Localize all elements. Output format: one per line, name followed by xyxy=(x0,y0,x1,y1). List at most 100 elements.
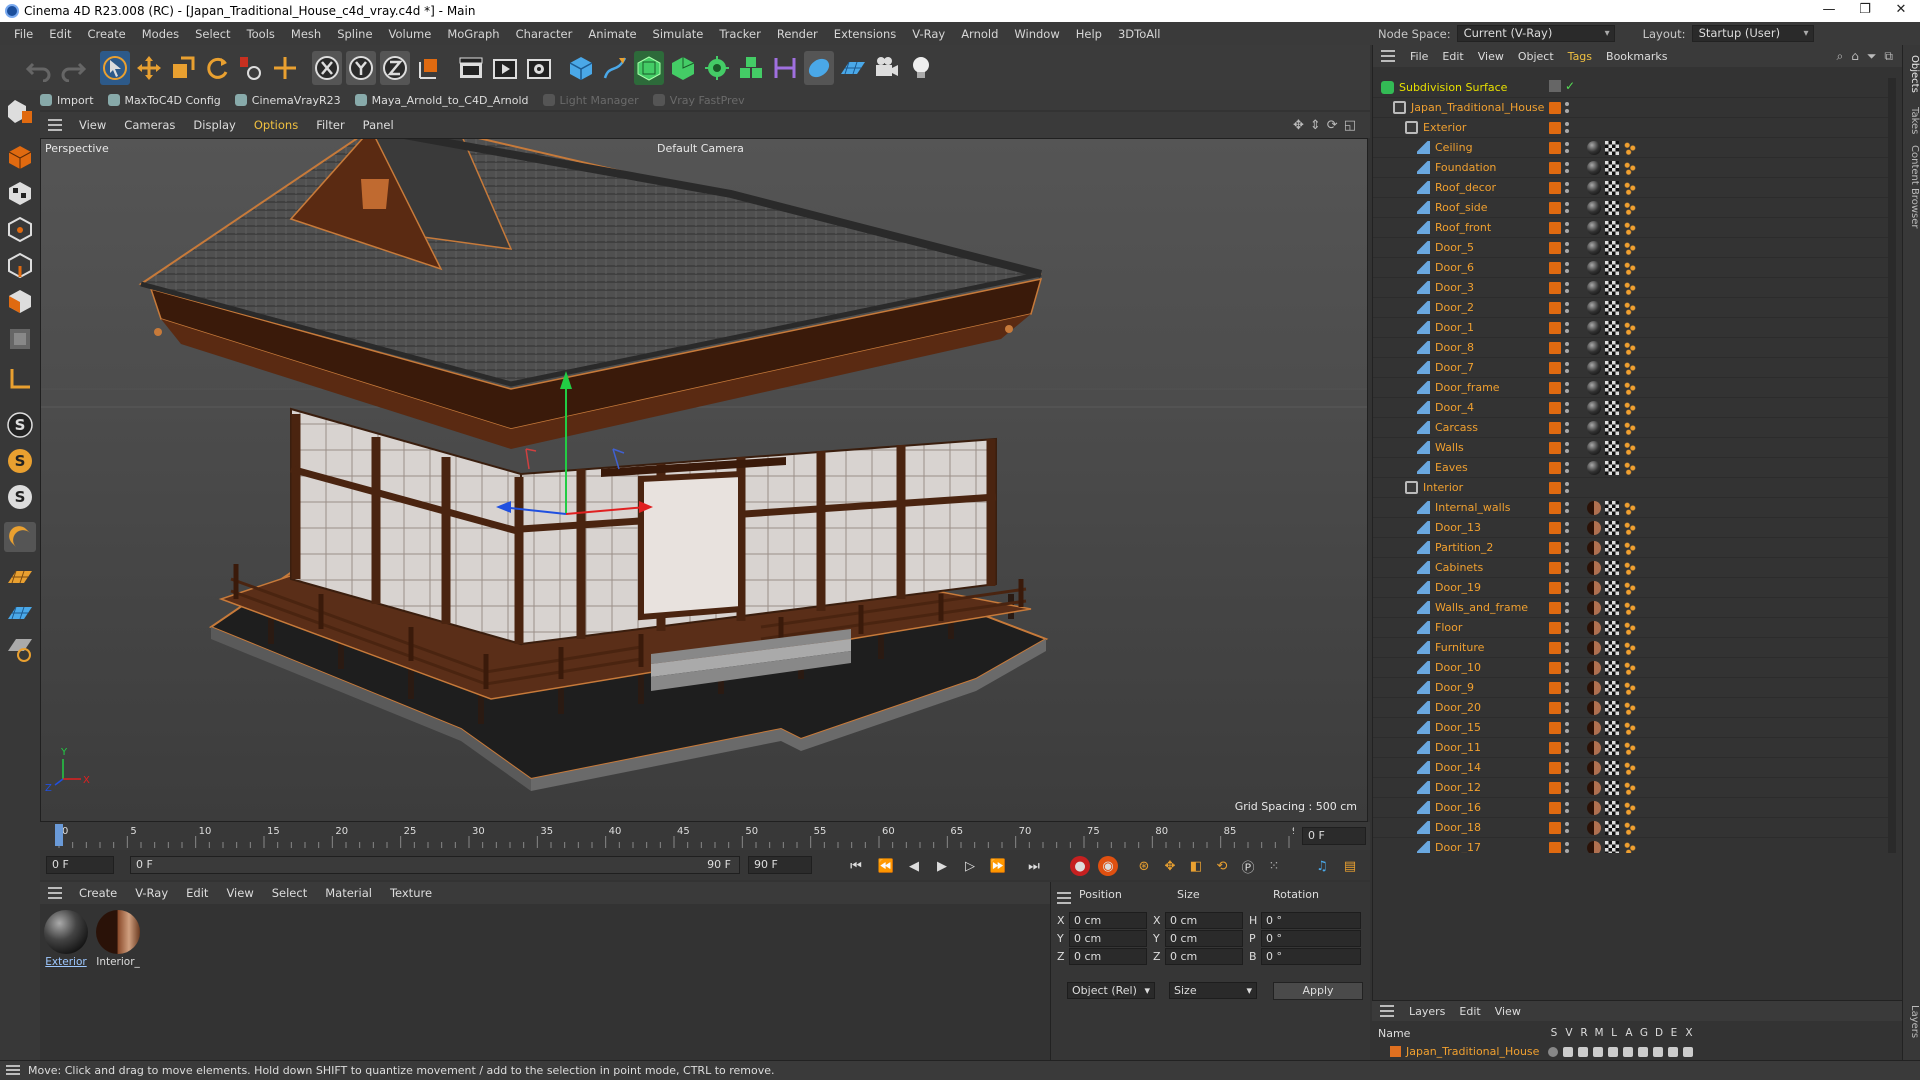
object-row[interactable]: Door_1 xyxy=(1373,318,1893,338)
object-menu-file[interactable]: File xyxy=(1403,50,1435,63)
layer-menu-view[interactable]: View xyxy=(1488,1005,1528,1018)
camera-button[interactable] xyxy=(872,51,902,85)
timeline-window-button[interactable]: ▤ xyxy=(1340,856,1360,876)
texture-checker-icon[interactable] xyxy=(1605,261,1619,275)
object-menu-tags[interactable]: Tags xyxy=(1561,50,1599,63)
mograph-matrix-button[interactable] xyxy=(736,51,766,85)
coordinate-mode-dropdown[interactable]: Object (Rel) ▾ xyxy=(1067,982,1155,999)
texture-checker-icon[interactable] xyxy=(1605,161,1619,175)
menu-edit[interactable]: Edit xyxy=(41,27,79,41)
uvw-tag-icon[interactable] xyxy=(1623,721,1637,735)
material-tag-icon[interactable] xyxy=(1587,681,1601,695)
position-x-field[interactable]: 0 cm xyxy=(1069,912,1147,929)
select-tool-button[interactable] xyxy=(100,50,130,85)
uvw-tag-icon[interactable] xyxy=(1623,381,1637,395)
generator-icon[interactable] xyxy=(1638,1047,1648,1057)
texture-checker-icon[interactable] xyxy=(1605,521,1619,535)
material-tag-icon[interactable] xyxy=(1587,181,1601,195)
uvw-tag-icon[interactable] xyxy=(1623,181,1637,195)
uvw-tag-icon[interactable] xyxy=(1623,521,1637,535)
object-row[interactable]: Carcass xyxy=(1373,418,1893,438)
material-tag-icon[interactable] xyxy=(1587,241,1601,255)
object-menu-bookmarks[interactable]: Bookmarks xyxy=(1599,50,1674,63)
object-row[interactable]: Cabinets xyxy=(1373,558,1893,578)
render-icon[interactable] xyxy=(1578,1047,1588,1057)
size-mode-dropdown[interactable]: Size ▾ xyxy=(1169,982,1257,999)
uvw-tag-icon[interactable] xyxy=(1623,641,1637,655)
material-tag-icon[interactable] xyxy=(1587,341,1601,355)
material-menu-material[interactable]: Material xyxy=(316,886,381,900)
texture-checker-icon[interactable] xyxy=(1605,281,1619,295)
menu-simulate[interactable]: Simulate xyxy=(645,27,712,41)
tab-layers[interactable]: Layers xyxy=(1904,1005,1920,1038)
solo-icon[interactable] xyxy=(1548,1047,1558,1057)
material-tag-icon[interactable] xyxy=(1587,541,1601,555)
eye-icon[interactable] xyxy=(1563,1047,1573,1057)
home-icon[interactable]: ⌂ xyxy=(1851,49,1859,64)
layer-menu-edit[interactable]: Edit xyxy=(1452,1005,1487,1018)
object-row[interactable]: Interior xyxy=(1373,478,1893,498)
plugin-maxtoc4d-config[interactable]: MaxToC4D Config xyxy=(107,94,221,107)
lock-workplane-button[interactable] xyxy=(4,634,36,664)
uvw-tag-icon[interactable] xyxy=(1623,601,1637,615)
texture-checker-icon[interactable] xyxy=(1605,561,1619,575)
visibility-dots-icon[interactable] xyxy=(1565,341,1569,355)
object-row[interactable]: Door_6 xyxy=(1373,258,1893,278)
texture-checker-icon[interactable] xyxy=(1605,361,1619,375)
material-tag-icon[interactable] xyxy=(1587,821,1601,835)
visibility-dots-icon[interactable] xyxy=(1565,681,1569,695)
object-row[interactable]: Door_5 xyxy=(1373,238,1893,258)
visibility-dots-icon[interactable] xyxy=(1565,381,1569,395)
cube-primitive-button[interactable] xyxy=(566,51,596,85)
viewport-move-icon[interactable]: ✥ xyxy=(1293,118,1304,133)
menu-window[interactable]: Window xyxy=(1006,27,1067,41)
scale-tool-button[interactable] xyxy=(168,51,198,85)
rotate-tool-button[interactable] xyxy=(202,51,232,85)
object-row[interactable]: Eaves xyxy=(1373,458,1893,478)
menu-modes[interactable]: Modes xyxy=(134,27,187,41)
texture-checker-icon[interactable] xyxy=(1605,141,1619,155)
material-tag-icon[interactable] xyxy=(1587,441,1601,455)
uvw-tag-icon[interactable] xyxy=(1623,681,1637,695)
visibility-dots-icon[interactable] xyxy=(1565,641,1569,655)
material-tag-icon[interactable] xyxy=(1587,641,1601,655)
material-tag-icon[interactable] xyxy=(1587,601,1601,615)
visibility-dots-icon[interactable] xyxy=(1565,321,1569,335)
snap-button[interactable]: S xyxy=(4,410,36,440)
object-row[interactable]: Ceiling xyxy=(1373,138,1893,158)
uvw-tag-icon[interactable] xyxy=(1623,201,1637,215)
field-button[interactable] xyxy=(804,50,834,85)
layer-panel-menu-icon[interactable] xyxy=(1380,1005,1394,1017)
texture-checker-icon[interactable] xyxy=(1605,721,1619,735)
grid-snap-button[interactable] xyxy=(4,598,36,628)
object-row[interactable]: Door_15 xyxy=(1373,718,1893,738)
visibility-dots-icon[interactable] xyxy=(1565,201,1569,215)
uvw-tag-icon[interactable] xyxy=(1623,361,1637,375)
uvw-tag-icon[interactable] xyxy=(1623,341,1637,355)
close-button[interactable]: ✕ xyxy=(1886,2,1916,20)
object-menu-view[interactable]: View xyxy=(1471,50,1511,63)
plugin-vray-fastprev[interactable]: Vray FastPrev xyxy=(652,94,745,107)
visibility-dots-icon[interactable] xyxy=(1565,181,1569,195)
texture-checker-icon[interactable] xyxy=(1605,781,1619,795)
visibility-dots-icon[interactable] xyxy=(1565,141,1569,155)
object-row[interactable]: Subdivision Surface ✓ xyxy=(1373,78,1893,98)
object-row[interactable]: Internal_walls xyxy=(1373,498,1893,518)
menu-help[interactable]: Help xyxy=(1068,27,1110,41)
make-editable-button[interactable] xyxy=(4,96,36,126)
visibility-dots-icon[interactable] xyxy=(1565,821,1569,835)
object-row[interactable]: Door_18 xyxy=(1373,818,1893,838)
points-mode-button[interactable] xyxy=(4,214,36,244)
deformer-bend-button[interactable] xyxy=(770,51,800,85)
uvw-tag-icon[interactable] xyxy=(1623,841,1637,853)
layout-dropdown[interactable]: Startup (User) xyxy=(1691,25,1814,42)
visibility-dots-icon[interactable] xyxy=(1565,621,1569,635)
go-to-end-button[interactable]: ⏭ xyxy=(1024,856,1044,876)
visibility-dots-icon[interactable] xyxy=(1565,541,1569,555)
uvw-tag-icon[interactable] xyxy=(1623,261,1637,275)
texture-checker-icon[interactable] xyxy=(1605,701,1619,715)
object-menu-edit[interactable]: Edit xyxy=(1435,50,1470,63)
apply-button[interactable]: Apply xyxy=(1273,982,1363,1000)
visibility-dots-icon[interactable] xyxy=(1565,761,1569,775)
menu-animate[interactable]: Animate xyxy=(580,27,644,41)
